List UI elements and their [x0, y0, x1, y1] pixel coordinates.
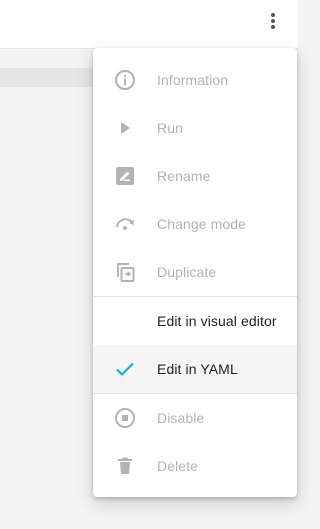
top-bar [0, 0, 298, 49]
rename-icon [113, 164, 137, 188]
menu-item-rename[interactable]: Rename [93, 152, 297, 200]
overflow-menu: Information Run Rename Change mode Dupli… [93, 48, 297, 497]
menu-item-run[interactable]: Run [93, 104, 297, 152]
menu-item-label: Edit in visual editor [157, 313, 277, 329]
menu-item-duplicate[interactable]: Duplicate [93, 248, 297, 296]
menu-item-information[interactable]: Information [93, 56, 297, 104]
menu-item-change-mode[interactable]: Change mode [93, 200, 297, 248]
menu-item-disable[interactable]: Disable [93, 394, 297, 442]
info-circle-icon [113, 68, 137, 92]
menu-item-delete[interactable]: Delete [93, 442, 297, 490]
stop-circle-icon [113, 406, 137, 430]
menu-item-label: Disable [157, 410, 205, 426]
delete-icon [113, 454, 137, 478]
menu-item-edit-visual[interactable]: Edit in visual editor [93, 297, 297, 345]
background-card-edge [0, 68, 100, 87]
change-mode-icon [113, 212, 137, 236]
menu-item-label: Information [157, 72, 229, 88]
menu-item-edit-yaml[interactable]: Edit in YAML [93, 345, 297, 393]
menu-item-label: Edit in YAML [157, 361, 238, 377]
check-icon [113, 357, 137, 381]
menu-item-label: Run [157, 120, 183, 136]
menu-item-label: Change mode [157, 216, 247, 232]
dots-vertical-icon [261, 9, 285, 38]
menu-item-label: Duplicate [157, 264, 217, 280]
duplicate-icon [113, 260, 137, 284]
overflow-menu-button[interactable] [258, 8, 288, 38]
menu-item-label: Rename [157, 168, 211, 184]
play-icon [113, 116, 137, 140]
menu-item-label: Delete [157, 458, 199, 474]
